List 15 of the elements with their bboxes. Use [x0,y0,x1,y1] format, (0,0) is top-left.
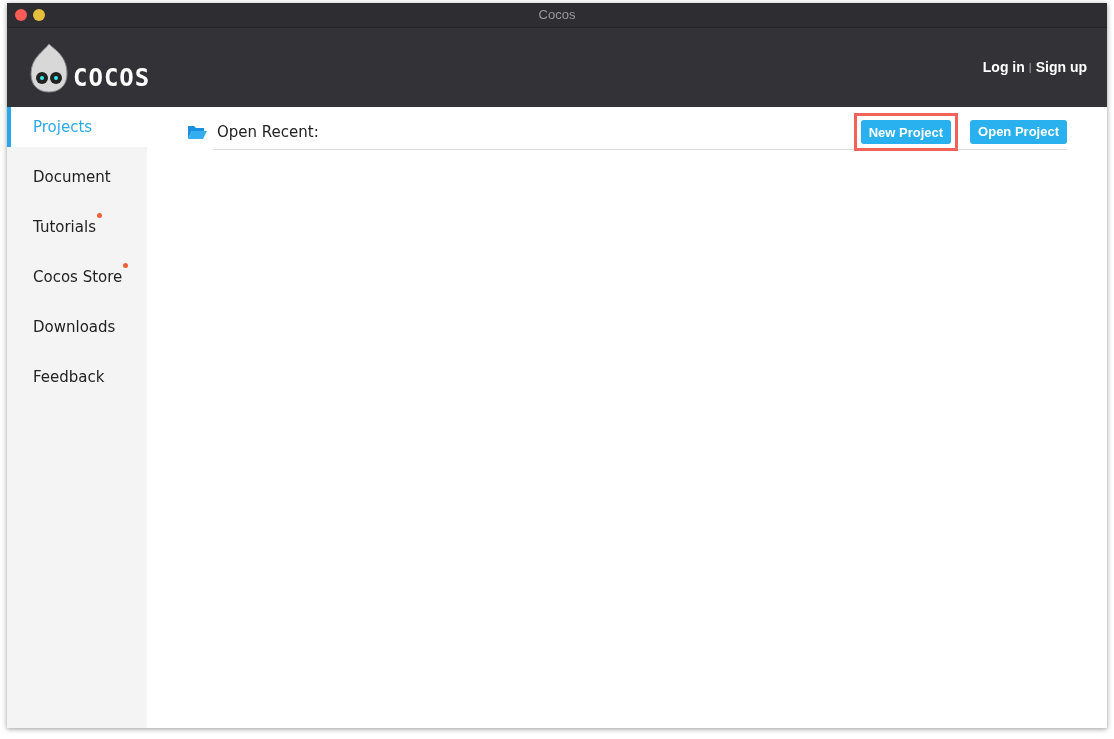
link-separator: | [1028,60,1032,76]
minimize-window-button[interactable] [33,9,45,21]
folder-icon [187,124,207,140]
sidebar-item[interactable]: Feedback [7,357,147,397]
signup-link[interactable]: Sign up [1035,57,1087,78]
login-link[interactable]: Log in [982,57,1025,78]
open-recent-label: Open Recent: [217,121,319,143]
sidebar-item[interactable]: Tutorials [7,207,147,247]
sidebar-item[interactable]: Document [7,157,147,197]
mascot-logo-icon [27,41,71,94]
window-title: Cocos [538,6,576,25]
sidebar-item[interactable]: Cocos Store [7,257,147,297]
logo-text: COCOS [73,65,151,90]
close-window-button[interactable] [15,9,27,21]
sidebar-item[interactable]: Downloads [7,307,147,347]
